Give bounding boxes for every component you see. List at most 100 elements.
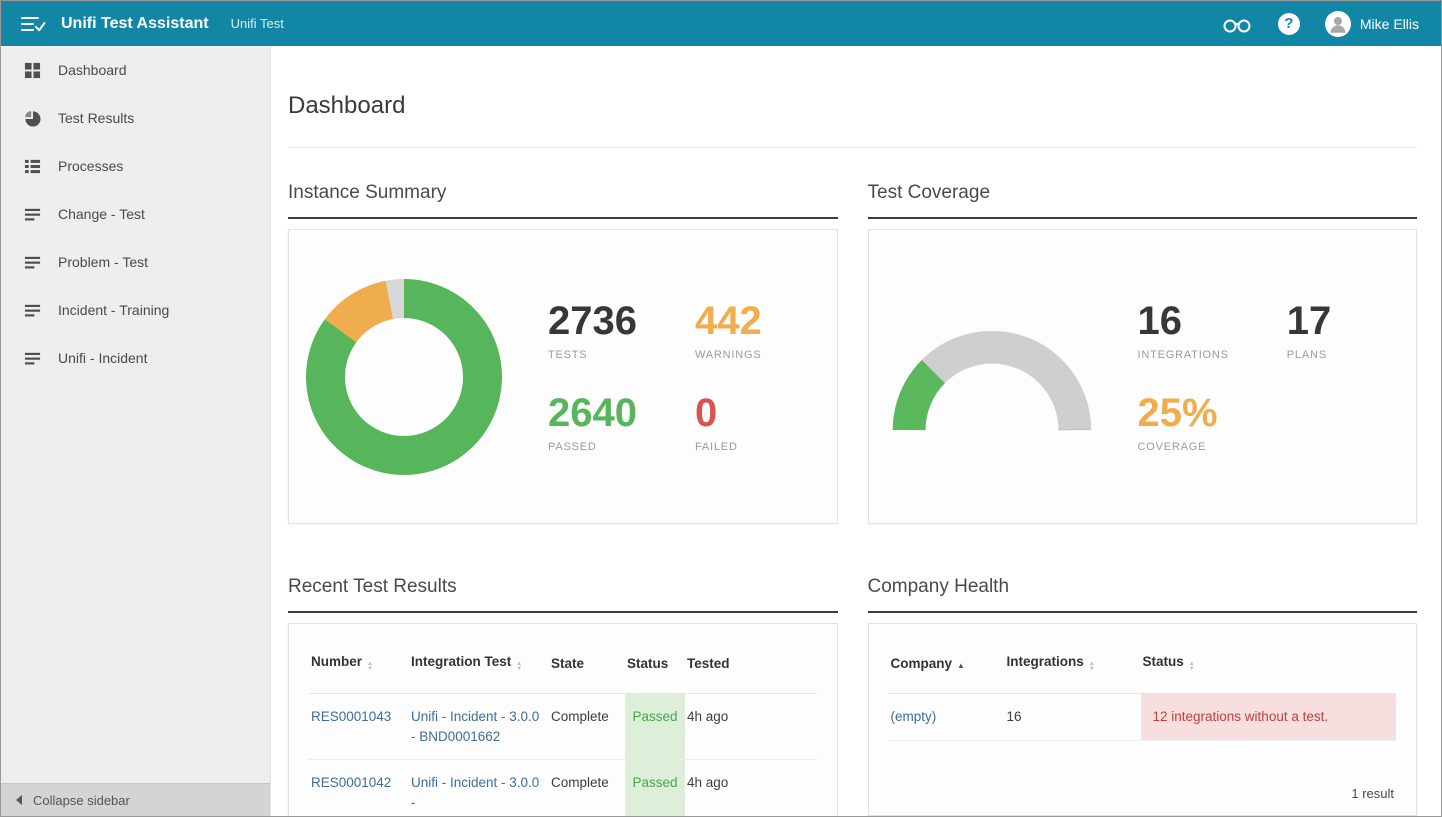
stat-coverage-label: COVERAGE: [1138, 441, 1229, 453]
sidebar-item-incident-training[interactable]: Incident - Training: [1, 286, 270, 334]
cell-integrations: 16: [1005, 694, 1141, 741]
table-row: (empty) 16 12 integrations without a tes…: [889, 694, 1397, 741]
column-header-status[interactable]: Status: [625, 624, 685, 694]
dashboard-grid: Instance Summary 2736 TESTS 442 WARNINGS: [288, 182, 1417, 816]
cell-tested: 4h ago: [685, 760, 817, 816]
menu-check-icon: [20, 13, 46, 35]
cell-integration-test: Unifi - Incident - 3.0.0 -: [409, 760, 549, 816]
column-header-number[interactable]: Number ▲▼: [309, 624, 409, 694]
sidebar-item-test-results[interactable]: Test Results: [1, 94, 270, 142]
column-label: Number: [311, 654, 362, 669]
sidebar-item-label: Dashboard: [58, 62, 127, 78]
instance-name[interactable]: Unifi Test: [231, 16, 284, 31]
app-title: Unifi Test Assistant: [61, 15, 209, 33]
column-header-tested[interactable]: Tested: [685, 624, 817, 694]
stat-integrations-label: INTEGRATIONS: [1138, 349, 1229, 361]
stat-plans-label: PLANS: [1287, 349, 1332, 361]
table-header-row: Company▲ Integrations▲▼ Status▲▼: [889, 624, 1397, 694]
integration-test-link[interactable]: Unifi - Incident - 3.0.0 -: [411, 775, 539, 810]
column-header-integration-test[interactable]: Integration Test▲▼: [409, 624, 549, 694]
sort-icon: ▲▼: [1189, 662, 1195, 672]
sidebar-item-dashboard[interactable]: Dashboard: [1, 46, 270, 94]
cell-number: RES0001042: [309, 760, 409, 816]
sidebar-item-label: Unifi - Incident: [58, 350, 147, 366]
main-content: Dashboard Instance Summary 2736 TESTS: [271, 46, 1441, 816]
column-label: Integration Test: [411, 654, 511, 669]
table-header-row: Number ▲▼ Integration Test▲▼ State Status…: [309, 624, 817, 694]
company-health-section: Company Health Company▲ Integrations▲▼ S…: [868, 524, 1418, 816]
table-row: RES0001043 Unifi - Incident - 3.0.0 - BN…: [309, 694, 817, 760]
form-lines-icon: [24, 254, 41, 271]
user-avatar: [1325, 11, 1351, 37]
cell-integration-test: Unifi - Incident - 3.0.0 - BND0001662: [409, 694, 549, 760]
stat-warnings-label: WARNINGS: [695, 349, 762, 361]
form-lines-icon: [24, 206, 41, 223]
sidebar: Dashboard Test Results Processes Change …: [1, 46, 271, 816]
cell-status: Passed: [625, 760, 685, 816]
sidebar-item-processes[interactable]: Processes: [1, 142, 270, 190]
sort-icon: ▲▼: [367, 662, 373, 672]
instance-summary-card: 2736 TESTS 442 WARNINGS 2640 PASSED 0: [288, 229, 838, 524]
help-icon: ?: [1278, 13, 1300, 35]
sidebar-item-label: Processes: [58, 158, 123, 174]
donut-hole: [345, 318, 463, 436]
cell-number: RES0001043: [309, 694, 409, 760]
column-label: Tested: [687, 656, 730, 671]
user-name: Mike Ellis: [1360, 16, 1419, 32]
recent-test-results-card: Number ▲▼ Integration Test▲▼ State Status…: [288, 623, 838, 816]
cell-state: Complete: [549, 694, 625, 760]
glasses-button[interactable]: [1221, 14, 1253, 34]
title-divider: [288, 147, 1417, 148]
section-title-recent-test-results: Recent Test Results: [288, 576, 838, 613]
form-lines-icon: [24, 350, 41, 367]
collapse-sidebar-label: Collapse sidebar: [33, 793, 130, 808]
column-header-state[interactable]: State: [549, 624, 625, 694]
menu-toggle-button[interactable]: [17, 8, 49, 40]
topbar: Unifi Test Assistant Unifi Test ?: [1, 1, 1441, 46]
recent-results-table: Number ▲▼ Integration Test▲▼ State Status…: [309, 624, 817, 816]
help-button[interactable]: ?: [1278, 13, 1300, 35]
user-menu[interactable]: Mike Ellis: [1325, 11, 1419, 37]
instance-summary-stats: 2736 TESTS 442 WARNINGS 2640 PASSED 0: [548, 301, 762, 453]
result-number-link[interactable]: RES0001043: [311, 709, 391, 724]
results-count: 1 result: [869, 774, 1417, 815]
pie-chart-icon: [24, 110, 41, 127]
stat-plans: 17 PLANS: [1287, 301, 1332, 361]
cell-tested: 4h ago: [685, 694, 817, 760]
column-header-company[interactable]: Company▲: [889, 624, 1005, 694]
test-coverage-stats: 16 INTEGRATIONS 17 PLANS 25% COVERAGE: [1138, 301, 1332, 453]
column-header-integrations[interactable]: Integrations▲▼: [1005, 624, 1141, 694]
form-lines-icon: [24, 302, 41, 319]
cell-status-alert: 12 integrations without a test.: [1141, 694, 1397, 741]
app-window: Unifi Test Assistant Unifi Test ?: [0, 0, 1442, 817]
integration-test-link[interactable]: Unifi - Incident - 3.0.0 - BND0001662: [411, 709, 539, 744]
sidebar-item-label: Change - Test: [58, 206, 145, 222]
stat-failed: 0 FAILED: [695, 393, 762, 453]
company-health-card: Company▲ Integrations▲▼ Status▲▼ (empty)…: [868, 623, 1418, 816]
stat-failed-value: 0: [695, 393, 762, 433]
instance-summary-section: Instance Summary 2736 TESTS 442 WARNINGS: [288, 182, 838, 524]
glasses-icon: [1221, 14, 1253, 34]
collapse-sidebar-button[interactable]: Collapse sidebar: [1, 783, 270, 816]
sidebar-item-unifi-incident[interactable]: Unifi - Incident: [1, 334, 270, 382]
cell-state: Complete: [549, 760, 625, 816]
stat-integrations-value: 16: [1138, 301, 1229, 341]
table-row: RES0001042 Unifi - Incident - 3.0.0 - Co…: [309, 760, 817, 816]
page-title: Dashboard: [288, 92, 1417, 120]
section-title-instance-summary: Instance Summary: [288, 182, 838, 219]
column-label: State: [551, 656, 584, 671]
result-number-link[interactable]: RES0001042: [311, 775, 391, 790]
stat-passed-label: PASSED: [548, 441, 637, 453]
section-title-test-coverage: Test Coverage: [868, 182, 1418, 219]
sidebar-item-change-test[interactable]: Change - Test: [1, 190, 270, 238]
sidebar-item-label: Problem - Test: [58, 254, 148, 270]
column-header-status[interactable]: Status▲▼: [1141, 624, 1397, 694]
stat-passed: 2640 PASSED: [548, 393, 637, 453]
stat-tests: 2736 TESTS: [548, 301, 637, 361]
cell-status: Passed: [625, 694, 685, 760]
sidebar-item-problem-test[interactable]: Problem - Test: [1, 238, 270, 286]
stat-plans-value: 17: [1287, 301, 1332, 341]
company-link[interactable]: (empty): [891, 709, 937, 724]
tests-donut: [306, 279, 502, 475]
dashboard-icon: [24, 62, 41, 79]
